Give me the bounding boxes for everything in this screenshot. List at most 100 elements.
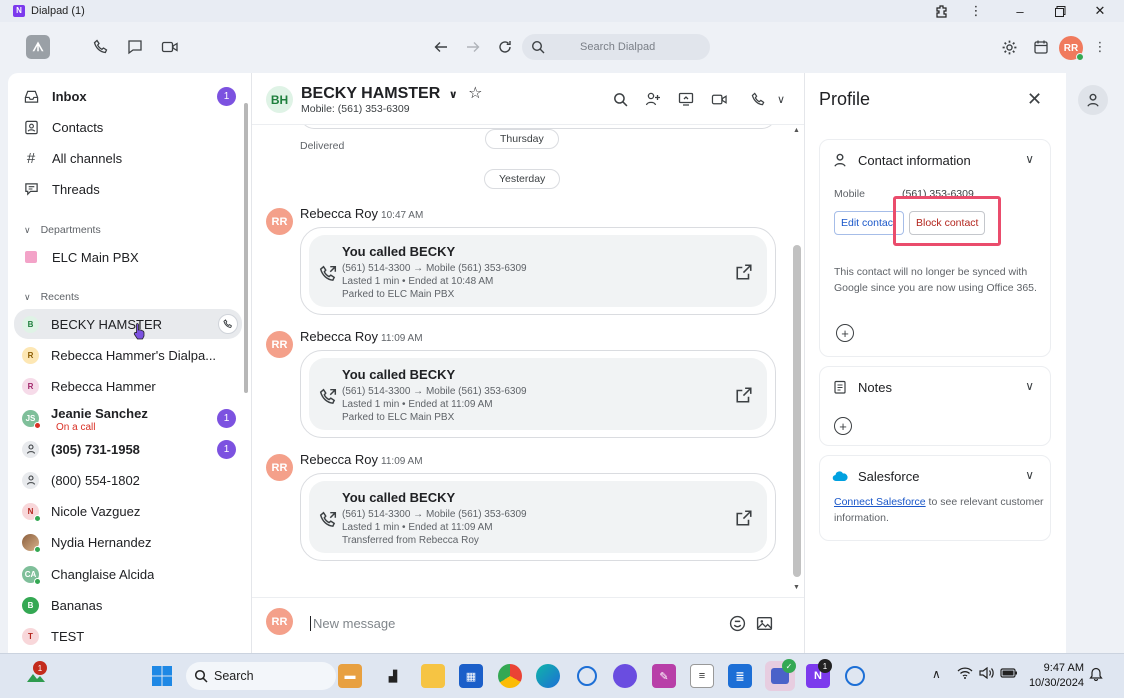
editor-app-icon[interactable]: ✎ [652,664,676,688]
image-attach-icon[interactable] [756,615,773,635]
recents-section-toggle[interactable]: ∨ Recents [24,291,79,303]
notepad-icon[interactable]: ≡ [690,664,714,688]
phone-icon[interactable] [90,36,112,58]
new-message-input[interactable]: New message [310,616,395,631]
message-list[interactable]: Delivered Thursday Yesterday RR Rebecca … [252,125,790,593]
notes-header[interactable]: Notes [832,379,892,395]
call-log-card[interactable]: You called BECKY (561) 514-3300 → Mobile… [300,227,776,315]
close-window-button[interactable]: ✕ [1082,0,1118,22]
extensions-icon[interactable] [924,0,960,22]
windows-taskbar: 1 Search ▬ ▟ ▦ ✎ ≡ ≣ ✓ N 1 ∧ 9:47 AM 10/… [0,653,1124,698]
app-menu-icon[interactable]: ⋮ [1089,36,1111,58]
open-external-icon[interactable] [735,263,753,281]
hand-cursor-icon [133,323,145,340]
minimize-button[interactable]: – [1002,0,1038,22]
call-log-card[interactable]: You called BECKY (561) 514-3300 → Mobile… [300,350,776,438]
open-external-icon[interactable] [735,386,753,404]
call-icon[interactable] [748,89,768,109]
call-log-card[interactable]: You called BECKY (561) 514-3300 → Mobile… [300,473,776,561]
add-person-icon[interactable] [643,89,663,109]
notifications-bell-icon[interactable] [1089,666,1103,684]
edge-icon[interactable] [536,664,560,688]
start-button[interactable] [150,664,174,688]
taskbar-search[interactable]: Search [186,662,336,690]
contact-name: BECKY HAMSTER [301,85,441,102]
favorite-star-icon[interactable]: ☆ [468,85,482,102]
store-app-icon[interactable]: ▦ [459,664,483,688]
sidebar-item-inbox[interactable]: Inbox 1 [18,81,240,111]
add-note-icon[interactable]: + [834,417,852,435]
sidebar-scrollbar[interactable] [244,103,248,393]
video-call-icon[interactable] [709,89,729,109]
calendar-icon[interactable] [1030,36,1052,58]
scroll-up-arrow-icon[interactable]: ▲ [793,127,800,134]
forward-arrow-icon[interactable] [462,36,484,58]
dialpad-logo[interactable]: ᗑ [26,35,50,59]
recent-item[interactable]: (305) 731-1958 1 [18,434,240,464]
open-external-icon[interactable] [735,509,753,527]
briefcase-app-icon[interactable]: ▬ [338,664,362,688]
chevron-down-icon[interactable]: ∨ [1025,152,1034,166]
departments-section-toggle[interactable]: ∨ Departments [24,224,101,236]
app-ring-icon[interactable] [843,664,867,688]
sidebar-item-threads[interactable]: Threads [18,174,240,204]
terminal-app-icon[interactable]: ▟ [381,664,405,688]
user-avatar[interactable]: RR [1059,36,1084,61]
call-outcome: Transferred from Rebecca Roy [342,535,479,546]
contact-information-header[interactable]: Contact information [832,152,971,168]
chat-app-icon[interactable] [613,664,637,688]
search-conversation-icon[interactable] [610,89,630,109]
recent-item[interactable]: T TEST [18,621,240,651]
recent-item-selected[interactable]: B BECKY HAMSTER [14,309,242,339]
messages-icon[interactable] [124,36,146,58]
settings-gear-icon[interactable] [998,36,1020,58]
wifi-icon[interactable] [957,667,973,682]
chevron-down-icon[interactable]: ∨ [1025,379,1034,393]
recent-item[interactable]: N Nicole Vazguez [18,496,240,526]
maximize-button[interactable] [1042,0,1078,22]
video-icon[interactable] [159,36,181,58]
recent-item-label: (305) 731-1958 [51,441,140,457]
close-profile-icon[interactable]: ✕ [1027,89,1042,110]
call-contact-button[interactable] [218,314,238,334]
sidebar-item-department[interactable]: ELC Main PBX [18,242,240,272]
recent-item[interactable]: R Rebecca Hammer [18,371,240,401]
refresh-icon[interactable] [494,36,516,58]
more-options-icon[interactable]: ⋮ [958,0,994,22]
conversation-scroll-thumb[interactable] [793,245,801,577]
chrome-icon[interactable] [498,664,522,688]
back-arrow-icon[interactable] [430,36,452,58]
screen-share-icon[interactable] [676,89,696,109]
file-explorer-icon[interactable] [421,664,445,688]
volume-icon[interactable] [979,666,995,682]
tray-chevron-up-icon[interactable]: ∧ [932,667,941,681]
recent-item[interactable]: (800) 554-1802 [18,465,240,495]
app-circle-icon[interactable] [575,664,599,688]
emoji-icon[interactable] [729,615,746,635]
sidebar-item-contacts[interactable]: Contacts [18,112,240,142]
sidebar-item-all-channels[interactable]: # All channels [18,143,240,173]
add-contact-info-icon[interactable]: + [836,324,854,342]
chevron-down-icon[interactable]: ∨ [1025,468,1034,482]
sender-avatar: RR [266,454,293,481]
battery-icon[interactable] [1000,667,1018,682]
recent-item[interactable]: B Bananas [18,590,240,620]
recent-item[interactable]: R Rebecca Hammer's Dialpa... [18,340,240,370]
recent-item[interactable]: Nydia Hernandez [18,527,240,557]
taskbar-clock[interactable]: 9:47 AM 10/30/2024 [1028,661,1084,691]
conversation-panel: BH BECKY HAMSTER ∨ ☆ Mobile: (561) 353-6… [251,73,805,653]
call-options-chevron-icon[interactable]: ∨ [771,89,791,109]
profile-toggle-icon[interactable] [1078,85,1108,115]
recent-item[interactable]: JS Jeanie Sanchez On a call 1 [18,403,240,433]
recent-item[interactable]: CA Changlaise Alcida [18,559,240,589]
document-app-icon[interactable]: ≣ [728,664,752,688]
salesforce-header[interactable]: Salesforce [832,468,919,484]
contact-name-dropdown[interactable]: BECKY HAMSTER ∨ ☆ [301,83,482,103]
scroll-down-arrow-icon[interactable]: ▼ [793,584,800,591]
sender-avatar: RR [266,331,293,358]
user-avatar-initials: RR [1063,42,1079,54]
connect-salesforce-link[interactable]: Connect Salesforce [834,496,926,508]
contact-information-card: Contact information ∨ Mobile (561) 353-6… [819,139,1051,357]
recent-item-label: Jeanie Sanchez [51,405,148,421]
search-bar[interactable]: Search Dialpad [522,34,710,60]
